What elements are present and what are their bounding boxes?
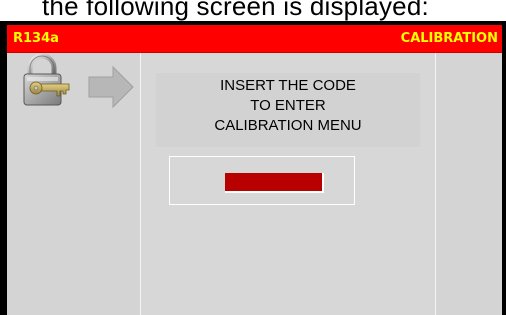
message-line: TO ENTER bbox=[250, 97, 326, 114]
message-line: CALIBRATION MENU bbox=[214, 117, 362, 134]
device-screen: R134a CALIBRATION INSERT THE CODE TO ENT… bbox=[0, 21, 506, 315]
mode-title: CALIBRATION bbox=[400, 31, 498, 46]
code-entry-frame bbox=[169, 156, 355, 205]
document-caption: the following screen is displayed: bbox=[42, 0, 429, 21]
code-input[interactable] bbox=[225, 173, 324, 193]
center-panel: INSERT THE CODE TO ENTER CALIBRATION MEN… bbox=[141, 53, 435, 315]
padlock-with-key-icon bbox=[23, 53, 134, 109]
message-line: INSERT THE CODE bbox=[220, 77, 356, 94]
right-panel bbox=[436, 53, 502, 315]
title-bar: R134a CALIBRATION bbox=[7, 25, 502, 53]
instruction-message: INSERT THE CODE TO ENTER CALIBRATION MEN… bbox=[156, 73, 420, 147]
left-icon-panel bbox=[7, 53, 140, 315]
refrigerant-label: R134a bbox=[13, 31, 59, 46]
